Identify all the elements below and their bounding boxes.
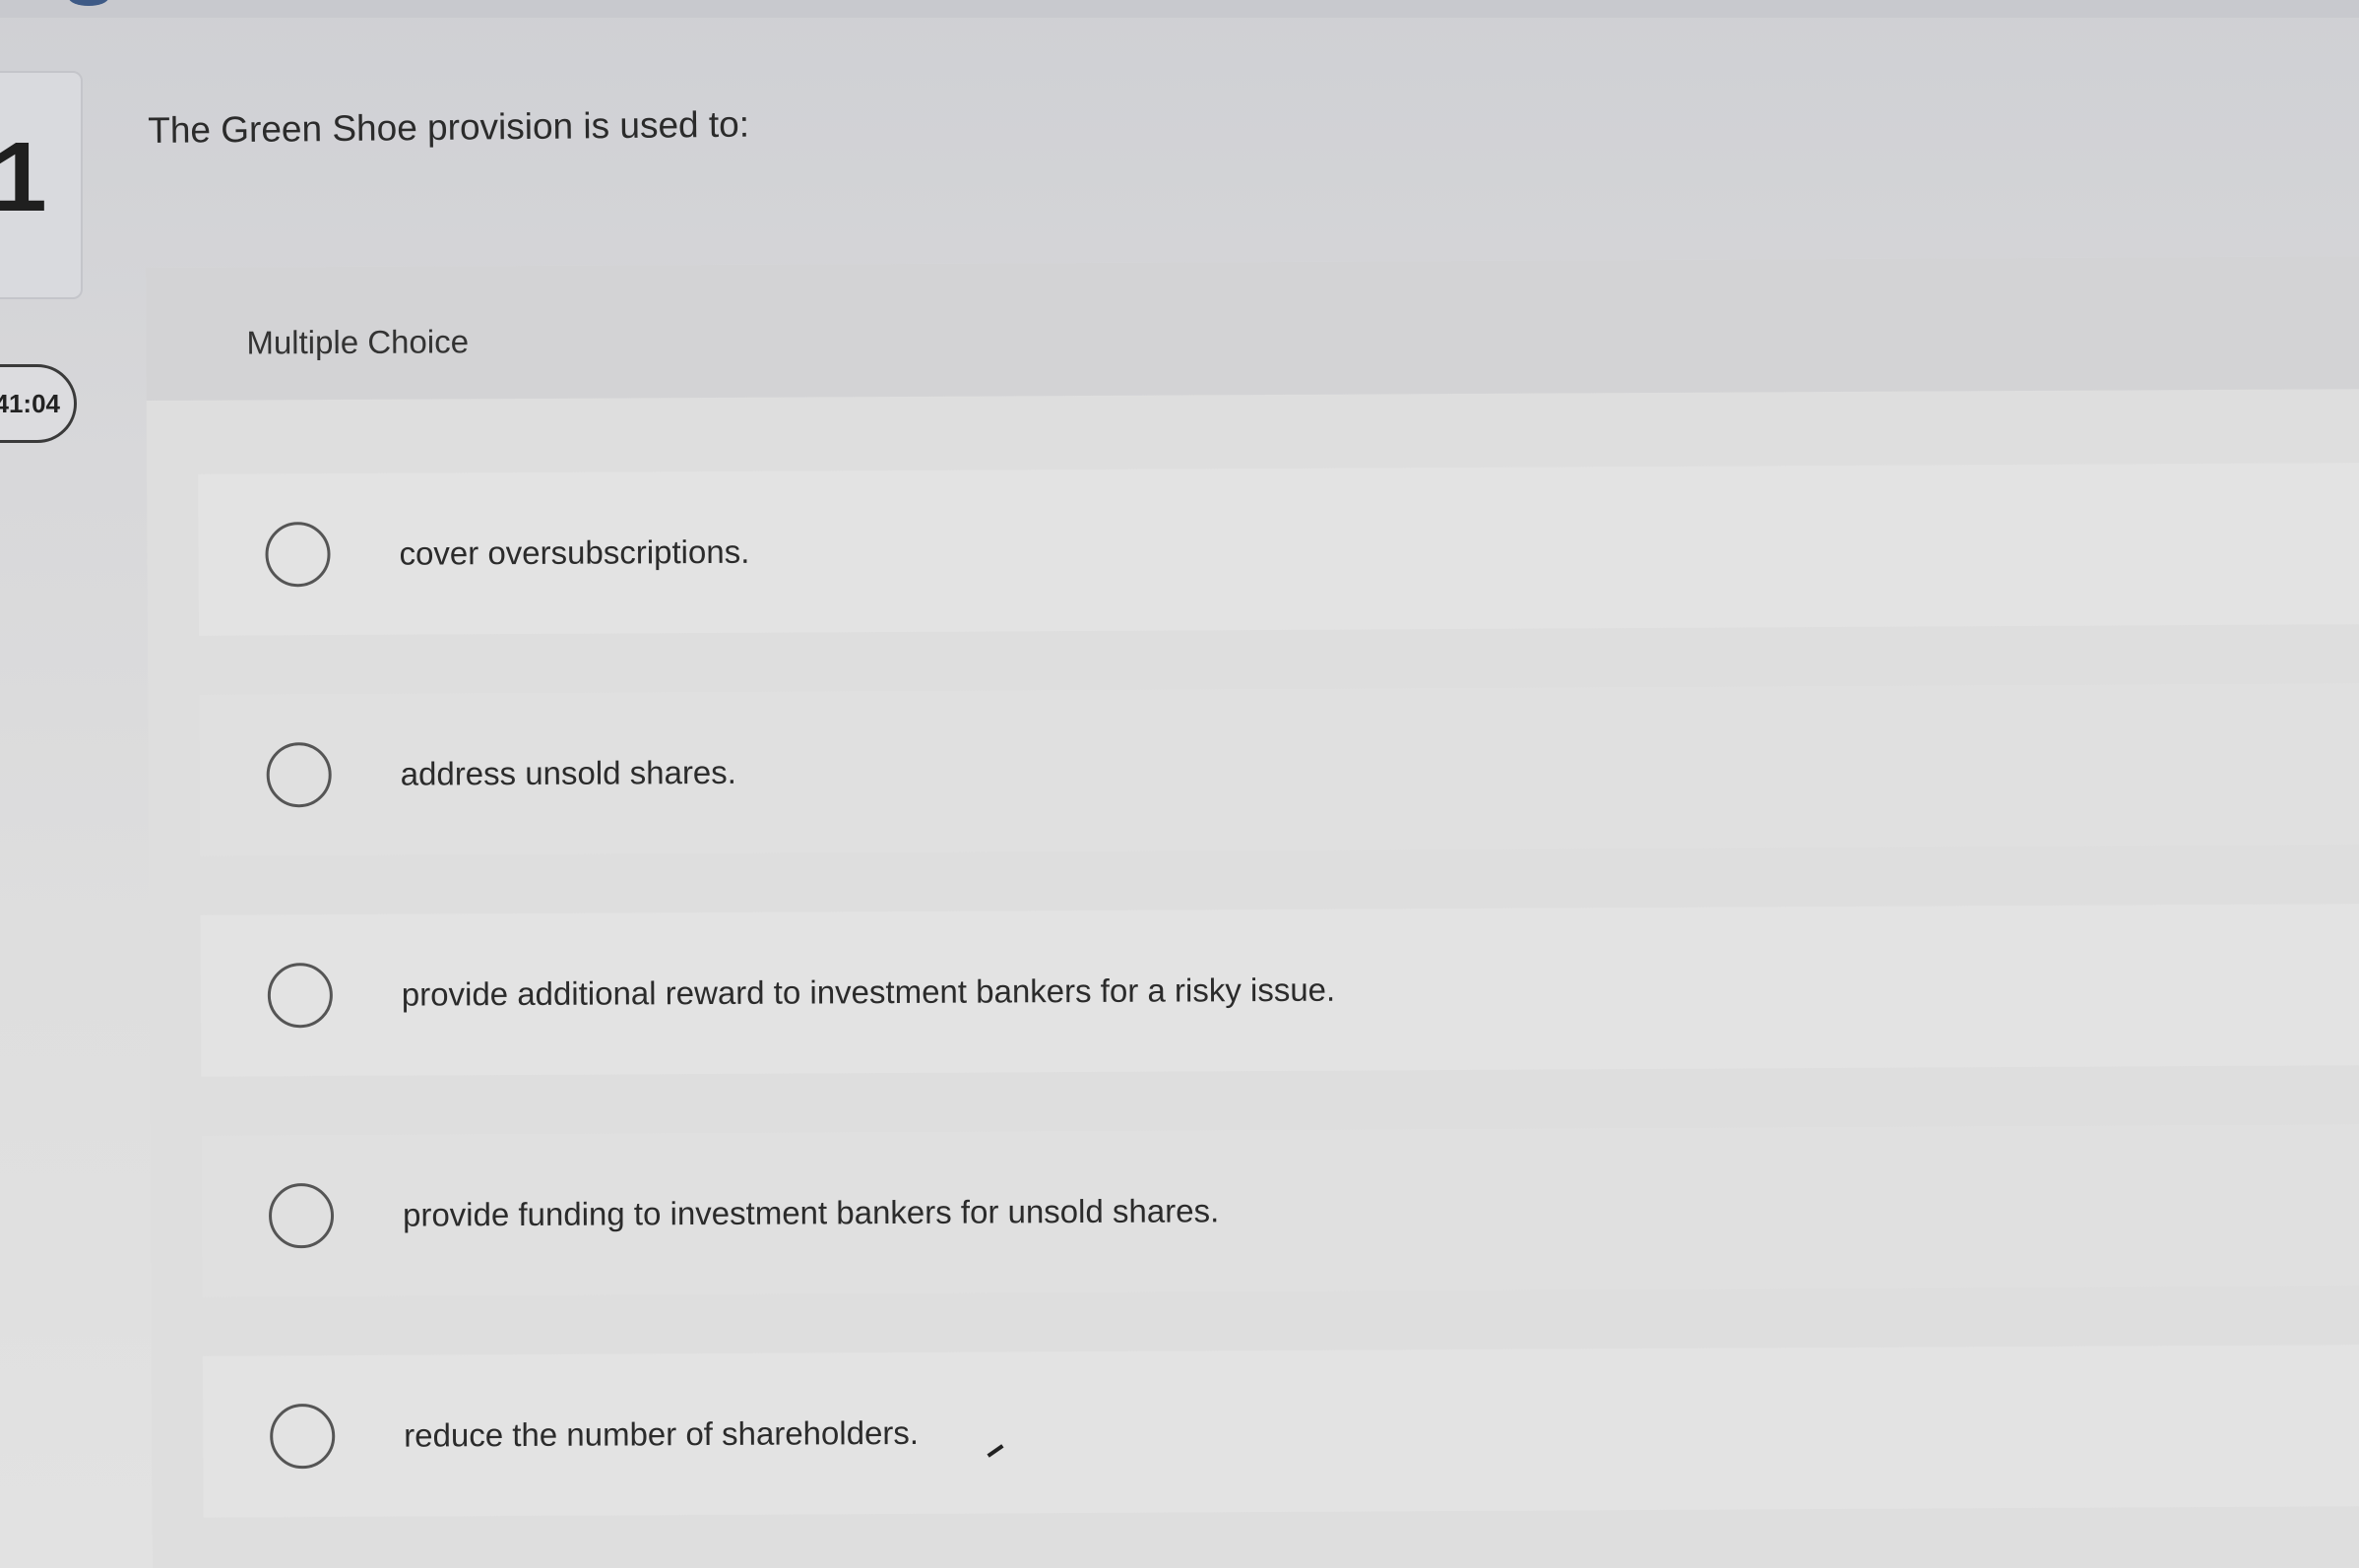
top-indicator — [69, 0, 108, 6]
radio-button-icon[interactable] — [267, 963, 334, 1029]
option-d[interactable]: provide funding to investment bankers fo… — [201, 1123, 2359, 1297]
radio-button-icon[interactable] — [270, 1404, 336, 1470]
option-label: address unsold shares. — [400, 753, 736, 792]
options-list: cover oversubscriptions. address unsold … — [198, 462, 2359, 1568]
option-b[interactable]: address unsold shares. — [199, 682, 2359, 856]
quiz-page: 1 41:04 The Green Shoe provision is used… — [0, 0, 2359, 1568]
question-type-label: Multiple Choice — [246, 323, 470, 361]
option-label: provide additional reward to investment … — [401, 971, 1336, 1013]
question-text: The Green Shoe provision is used to: — [148, 103, 750, 151]
option-e[interactable]: reduce the number of shareholders. — [202, 1344, 2359, 1518]
radio-button-icon[interactable] — [266, 742, 332, 808]
option-c[interactable]: provide additional reward to investment … — [200, 903, 2359, 1077]
top-strip — [0, 0, 2359, 18]
option-label: reduce the number of shareholders. — [404, 1413, 920, 1454]
answer-panel: Multiple Choice cover oversubscriptions.… — [146, 255, 2359, 1568]
option-label: cover oversubscriptions. — [399, 533, 750, 572]
option-a[interactable]: cover oversubscriptions. — [198, 462, 2359, 636]
option-label: provide funding to investment bankers fo… — [402, 1192, 1220, 1233]
radio-button-icon[interactable] — [268, 1183, 335, 1249]
panel-header: Multiple Choice — [146, 255, 2359, 401]
question-number: 1 — [0, 122, 47, 232]
radio-button-icon[interactable] — [265, 522, 331, 588]
timer[interactable]: 41:04 — [0, 364, 77, 443]
